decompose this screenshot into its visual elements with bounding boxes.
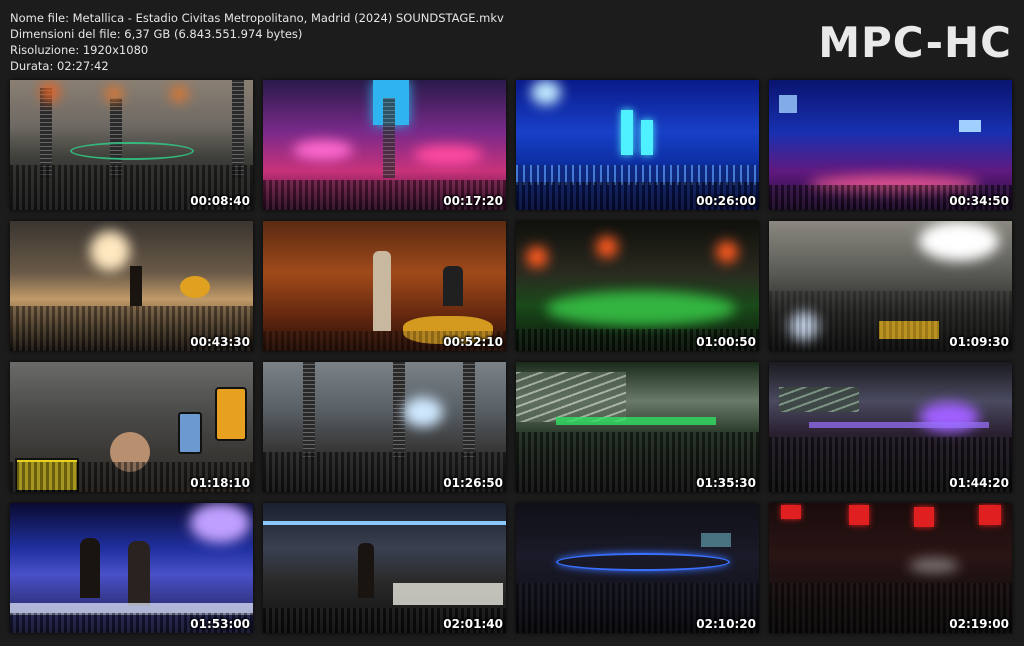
thumbnail-8[interactable]: 01:09:30 (769, 221, 1012, 351)
thumbnail-16[interactable]: 02:19:00 (769, 503, 1012, 633)
timestamp: 00:34:50 (949, 194, 1009, 208)
timestamp: 00:52:10 (443, 335, 503, 349)
thumbnail-6[interactable]: 00:52:10 (263, 221, 506, 351)
thumbnail-11[interactable]: 01:35:30 (516, 362, 759, 492)
file-resolution: Risoluzione: 1920x1080 (10, 43, 149, 57)
file-duration: Durata: 02:27:42 (10, 59, 109, 73)
thumbnail-15[interactable]: 02:10:20 (516, 503, 759, 633)
thumbnail-9[interactable]: 01:18:10 (10, 362, 253, 492)
file-info: Nome file: Metallica - Estadio Civitas M… (10, 10, 504, 74)
thumbnail-2[interactable]: 00:17:20 (263, 80, 506, 210)
timestamp: 01:26:50 (443, 476, 503, 490)
timestamp: 02:10:20 (696, 617, 756, 631)
timestamp: 02:19:00 (949, 617, 1009, 631)
mpc-hc-logo: MPC-HC (818, 18, 1012, 67)
thumbnail-7[interactable]: 01:00:50 (516, 221, 759, 351)
thumbnail-12[interactable]: 01:44:20 (769, 362, 1012, 492)
timestamp: 01:18:10 (190, 476, 250, 490)
thumbnail-3[interactable]: 00:26:00 (516, 80, 759, 210)
thumbnail-13[interactable]: 01:53:00 (10, 503, 253, 633)
thumbnail-5[interactable]: 00:43:30 (10, 221, 253, 351)
timestamp: 00:26:00 (696, 194, 756, 208)
timestamp: 01:53:00 (190, 617, 250, 631)
file-size: Dimensioni del file: 6,37 GB (6.843.551.… (10, 27, 303, 41)
timestamp: 01:35:30 (696, 476, 756, 490)
timestamp: 01:44:20 (949, 476, 1009, 490)
timestamp: 00:17:20 (443, 194, 503, 208)
timestamp: 00:08:40 (190, 194, 250, 208)
thumbnail-1[interactable]: 00:08:40 (10, 80, 253, 210)
timestamp: 00:43:30 (190, 335, 250, 349)
thumbnail-grid: 00:08:40 00:17:20 00:26:00 00:34:50 00:4… (10, 80, 1012, 633)
thumbnail-10[interactable]: 01:26:50 (263, 362, 506, 492)
timestamp: 01:09:30 (949, 335, 1009, 349)
file-name: Nome file: Metallica - Estadio Civitas M… (10, 11, 504, 25)
timestamp: 02:01:40 (443, 617, 503, 631)
timestamp: 01:00:50 (696, 335, 756, 349)
thumbnail-4[interactable]: 00:34:50 (769, 80, 1012, 210)
thumbnail-14[interactable]: 02:01:40 (263, 503, 506, 633)
